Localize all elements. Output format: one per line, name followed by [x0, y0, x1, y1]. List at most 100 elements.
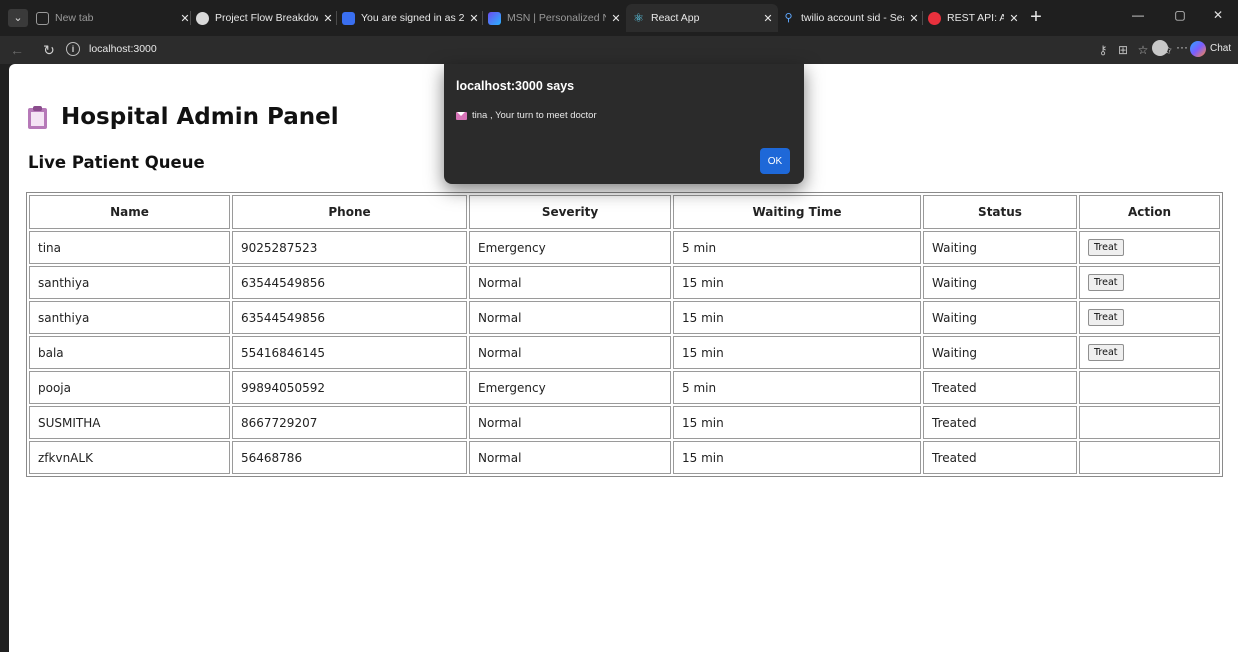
key-icon[interactable]: ⚷: [1094, 40, 1112, 60]
site-info-icon[interactable]: i: [66, 42, 80, 56]
tab-strip: ⌄ New tab ✕ Project Flow Breakdown ✕ You…: [0, 0, 1238, 36]
cell-waiting-time: 15 min: [673, 406, 921, 439]
back-arrow-icon[interactable]: ←: [8, 41, 26, 59]
cell-waiting-time: 5 min: [673, 231, 921, 264]
restore-icon[interactable]: ▢: [1170, 8, 1190, 22]
cell-phone: 63544549856: [232, 301, 467, 334]
cell-name: pooja: [29, 371, 230, 404]
cell-waiting-time: 15 min: [673, 441, 921, 474]
column-header-waiting-time: Waiting Time: [673, 195, 921, 229]
chat-button[interactable]: Chat: [1210, 43, 1231, 54]
dialog-message: tina , Your turn to meet doctor: [456, 110, 597, 121]
tab-signed-in[interactable]: You are signed in as 22 ✕: [340, 5, 480, 31]
cell-waiting-time: 5 min: [673, 371, 921, 404]
msn-icon: [488, 11, 501, 25]
cell-status: Treated: [923, 406, 1077, 439]
table-row: zfkvnALK 56468786 Normal 15 min Treated: [29, 441, 1220, 474]
minimize-icon[interactable]: —: [1128, 8, 1148, 22]
table-row: tina 9025287523 Emergency 5 min Waiting …: [29, 231, 1220, 264]
patient-queue-table: Name Phone Severity Waiting Time Status …: [26, 192, 1223, 477]
cell-action: [1079, 371, 1220, 404]
table-row: santhiya 63544549856 Normal 15 min Waiti…: [29, 301, 1220, 334]
section-title: Live Patient Queue: [28, 153, 205, 172]
refresh-icon[interactable]: ↻: [40, 41, 58, 59]
cell-severity: Normal: [469, 301, 671, 334]
treat-button[interactable]: Treat: [1088, 344, 1124, 361]
tab-close-icon[interactable]: ✕: [610, 12, 622, 25]
table-row: pooja 99894050592 Emergency 5 min Treate…: [29, 371, 1220, 404]
cell-severity: Normal: [469, 406, 671, 439]
cell-action: [1079, 406, 1220, 439]
column-header-status: Status: [923, 195, 1077, 229]
column-header-action: Action: [1079, 195, 1220, 229]
cell-waiting-time: 15 min: [673, 266, 921, 299]
table-header-row: Name Phone Severity Waiting Time Status …: [29, 195, 1220, 229]
cell-severity: Emergency: [469, 231, 671, 264]
cell-name: tina: [29, 231, 230, 264]
cell-phone: 56468786: [232, 441, 467, 474]
cell-name: santhiya: [29, 301, 230, 334]
favorite-star-icon[interactable]: ☆: [1134, 40, 1152, 60]
clipboard-icon: [28, 105, 47, 129]
cell-name: zfkvnALK: [29, 441, 230, 474]
page-title-text: Hospital Admin Panel: [61, 104, 339, 130]
cell-name: bala: [29, 336, 230, 369]
tab-title: New tab: [55, 12, 94, 24]
tab-close-icon[interactable]: ✕: [322, 12, 334, 25]
tab-close-icon[interactable]: ✕: [908, 12, 920, 25]
cell-status: Treated: [923, 371, 1077, 404]
cell-waiting-time: 15 min: [673, 336, 921, 369]
tab-close-icon[interactable]: ✕: [1008, 12, 1020, 25]
cell-status: Treated: [923, 441, 1077, 474]
signin-icon: [342, 11, 355, 25]
tab-actions-menu-icon[interactable]: ⌄: [8, 9, 28, 27]
tab-title: React App: [651, 12, 700, 24]
cell-severity: Normal: [469, 266, 671, 299]
tab-close-icon[interactable]: ✕: [762, 12, 774, 25]
cell-severity: Normal: [469, 441, 671, 474]
chatgpt-icon: [196, 11, 209, 25]
column-header-phone: Phone: [232, 195, 467, 229]
tab-title: REST API: Accounts | Tw: [947, 12, 1004, 24]
cell-action: Treat: [1079, 266, 1220, 299]
tab-close-icon[interactable]: ✕: [468, 12, 480, 25]
tab-twilio-rest[interactable]: REST API: Accounts | Tw ✕: [926, 5, 1020, 31]
react-icon: ⚛: [633, 10, 644, 25]
address-bar[interactable]: i localhost:3000 ⚷ ⊞ ☆ ✩: [64, 40, 1204, 60]
profile-avatar[interactable]: [1152, 40, 1168, 56]
cell-phone: 99894050592: [232, 371, 467, 404]
reader-view-icon[interactable]: ⊞: [1114, 40, 1132, 60]
url-text[interactable]: localhost:3000: [89, 43, 157, 55]
treat-button[interactable]: Treat: [1088, 309, 1124, 326]
copilot-icon[interactable]: [1190, 41, 1206, 57]
tab-separator: [336, 11, 337, 25]
tab-title: Project Flow Breakdown: [215, 12, 318, 24]
tab-msn[interactable]: MSN | Personalized New ✕: [486, 5, 622, 31]
twilio-icon: [928, 11, 941, 25]
cell-waiting-time: 15 min: [673, 301, 921, 334]
treat-button[interactable]: Treat: [1088, 274, 1124, 291]
tab-project-flow[interactable]: Project Flow Breakdown ✕: [194, 5, 334, 31]
tab-separator: [190, 11, 191, 25]
treat-button[interactable]: Treat: [1088, 239, 1124, 256]
cell-status: Waiting: [923, 336, 1077, 369]
table-row: SUSMITHA 8667729207 Normal 15 min Treate…: [29, 406, 1220, 439]
cell-action: Treat: [1079, 336, 1220, 369]
tab-twilio-search[interactable]: ⚲ twilio account sid - Sear ✕: [780, 5, 920, 31]
tab-title: MSN | Personalized New: [507, 12, 606, 24]
cell-status: Waiting: [923, 266, 1077, 299]
address-bar-row: ← ↻ i localhost:3000 ⚷ ⊞ ☆ ✩ ··· Chat: [0, 36, 1238, 64]
alert-dialog: localhost:3000 says tina , Your turn to …: [444, 64, 804, 184]
cell-phone: 9025287523: [232, 231, 467, 264]
ok-button[interactable]: OK: [760, 148, 790, 174]
page-title: Hospital Admin Panel: [28, 104, 339, 130]
new-tab-icon: [36, 11, 49, 25]
new-tab-plus-icon[interactable]: +: [1024, 6, 1048, 30]
cell-status: Waiting: [923, 301, 1077, 334]
window-close-icon[interactable]: ✕: [1208, 8, 1228, 22]
cell-phone: 55416846145: [232, 336, 467, 369]
tab-react-app[interactable]: ⚛ React App ✕: [626, 4, 778, 32]
more-options-icon[interactable]: ···: [1176, 40, 1188, 54]
column-header-severity: Severity: [469, 195, 671, 229]
tab-new-tab[interactable]: New tab ✕: [34, 5, 191, 31]
